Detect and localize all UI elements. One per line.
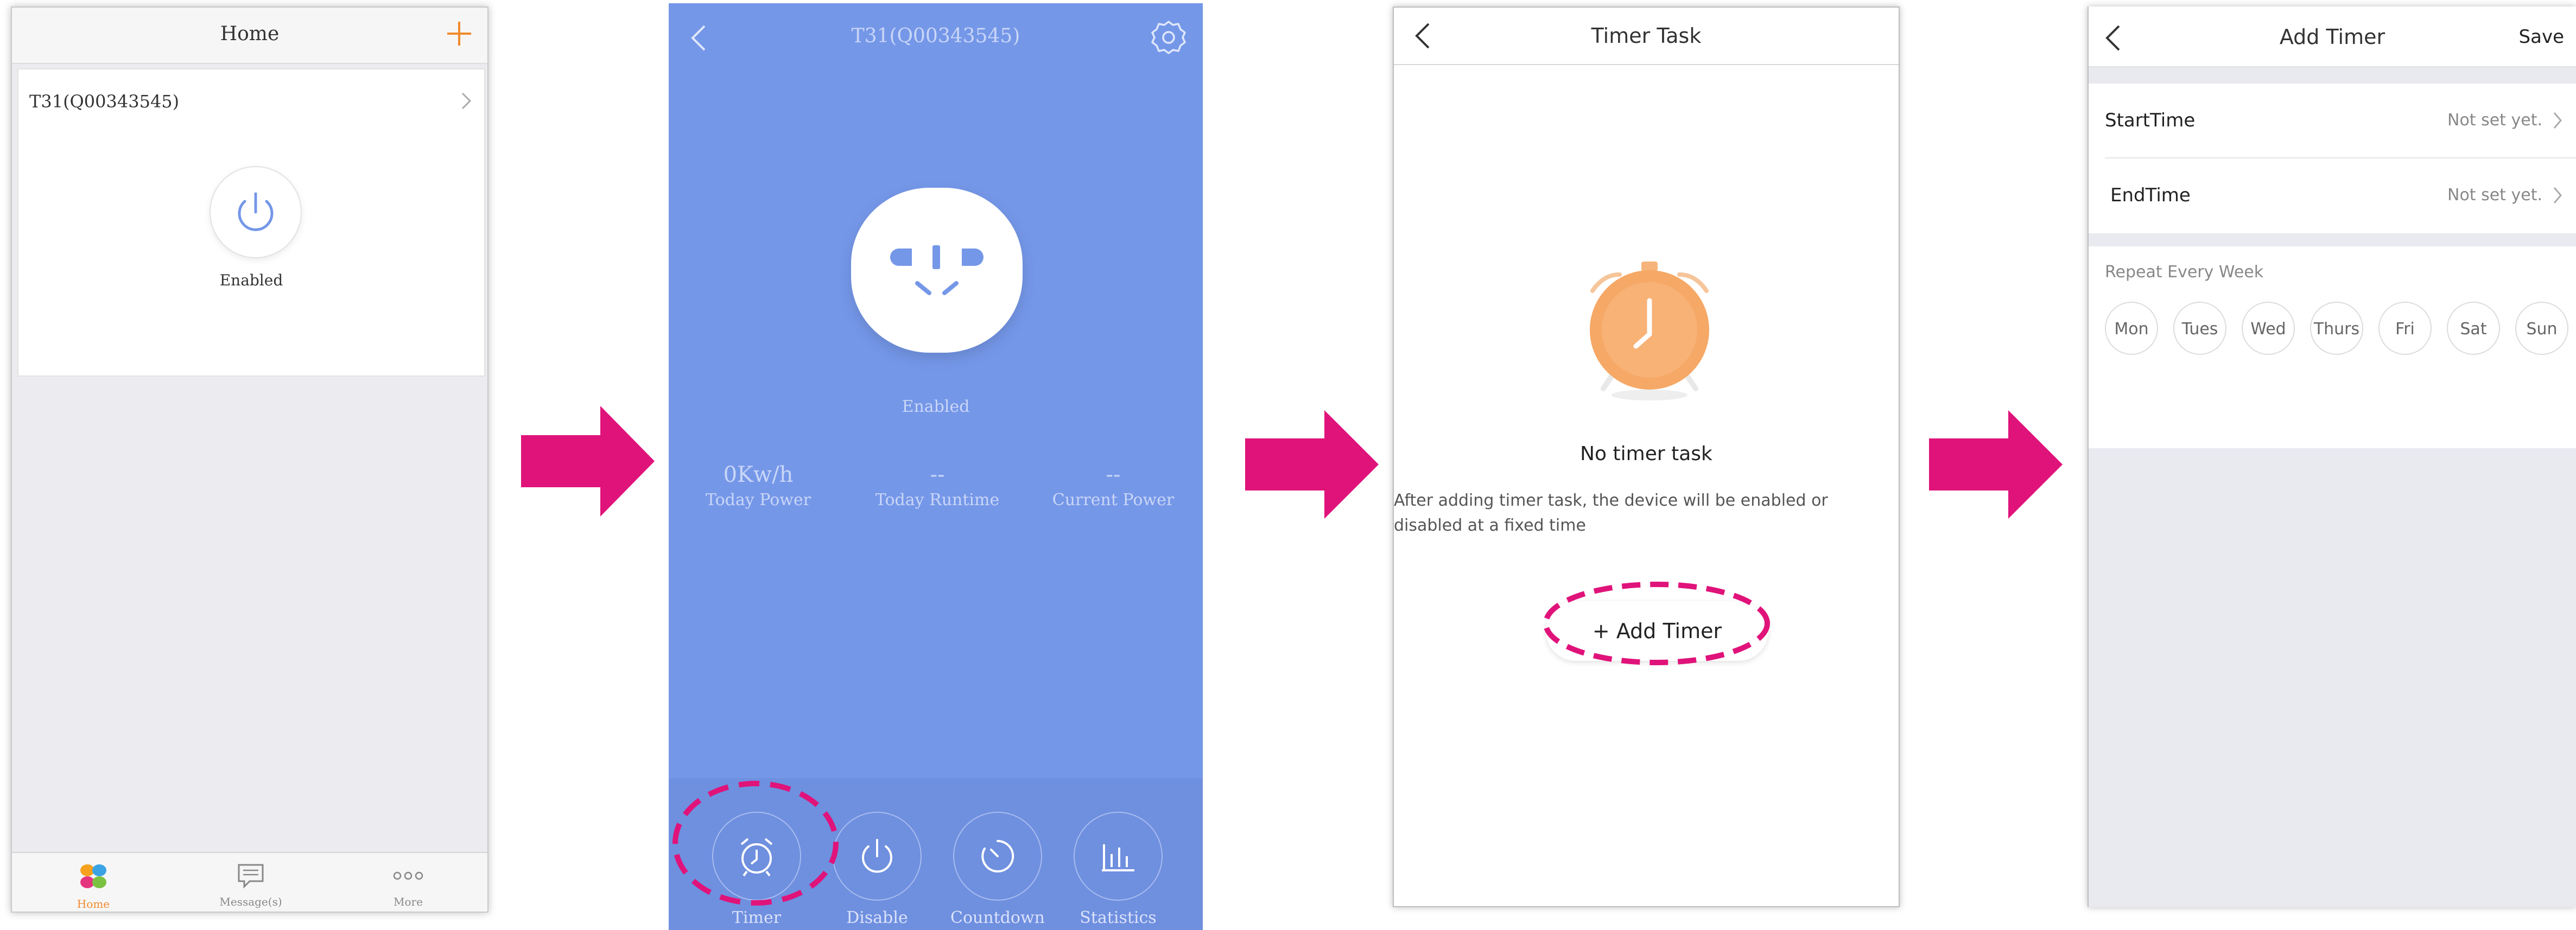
day-mon[interactable]: Mon	[2105, 302, 2158, 355]
countdown-icon	[981, 839, 1014, 872]
time-settings-group: StartTime Not set yet. EndTime Not set y…	[2089, 84, 2576, 233]
stat-today-runtime: -- Today Runtime	[848, 462, 1027, 509]
timer-task-screen: Timer Task No timer task After adding ti…	[1393, 7, 1900, 907]
page-title: Home	[220, 23, 280, 45]
stat-label: Current Power	[1052, 491, 1175, 509]
stat-label: Today Runtime	[875, 491, 1000, 509]
action-label: Statistics	[1080, 908, 1157, 927]
more-dots-icon	[393, 871, 423, 880]
start-time-value: Not set yet.	[2447, 111, 2542, 130]
message-icon	[238, 864, 264, 889]
end-time-label: EndTime	[2110, 184, 2191, 206]
home-header: Home	[12, 8, 487, 64]
chevron-right-icon	[2553, 187, 2562, 203]
day-thurs[interactable]: Thurs	[2310, 302, 2363, 355]
action-label: Countdown	[950, 908, 1045, 927]
chevron-right-icon	[461, 92, 472, 110]
stat-value: 0Kw/h	[723, 462, 794, 487]
power-icon	[862, 839, 892, 873]
bottom-tab-bar: Home Message(s) More	[12, 852, 487, 912]
action-label: Disable	[846, 908, 908, 927]
chevron-right-icon	[2553, 112, 2562, 129]
day-wed[interactable]: Wed	[2242, 302, 2295, 355]
day-sun[interactable]: Sun	[2515, 302, 2568, 355]
bar-chart-icon	[1102, 844, 1134, 871]
gear-icon[interactable]	[1151, 20, 1187, 55]
plug-device-image[interactable]	[851, 188, 1023, 353]
app-logo-icon	[80, 864, 106, 888]
plus-icon[interactable]	[443, 17, 475, 50]
countdown-button[interactable]: Countdown	[938, 812, 1057, 927]
repeat-label: Repeat Every Week	[2105, 263, 2264, 282]
start-time-label: StartTime	[2105, 110, 2196, 131]
power-icon	[238, 192, 274, 231]
home-screen: Home T31(Q00343545) Enabled Home Message…	[11, 7, 488, 913]
stat-value: --	[930, 462, 945, 487]
end-time-row[interactable]: EndTime Not set yet.	[2089, 158, 2576, 232]
add-timer-header: Add Timer Save	[2089, 7, 2576, 67]
timer-task-header: Timer Task	[1394, 8, 1899, 65]
stat-today-power: 0Kw/h Today Power	[669, 462, 848, 509]
tab-messages[interactable]: Message(s)	[196, 861, 305, 908]
tab-label: More	[394, 895, 423, 908]
add-timer-screen: Add Timer Save StartTime Not set yet. En…	[2088, 7, 2576, 907]
power-toggle-button[interactable]	[210, 166, 302, 258]
end-time-value: Not set yet.	[2447, 186, 2542, 205]
tab-more[interactable]: More	[354, 861, 462, 908]
day-fri[interactable]: Fri	[2378, 302, 2432, 355]
device-state-label: Enabled	[902, 397, 970, 416]
alarm-clock-icon	[1590, 262, 1709, 400]
tab-label: Message(s)	[219, 895, 282, 908]
power-state-label: Enabled	[219, 271, 283, 289]
step-arrow-icon	[1245, 410, 1379, 519]
page-title: Add Timer	[2279, 25, 2385, 49]
device-title: T31(Q00343545)	[851, 25, 1020, 47]
device-name: T31(Q00343545)	[29, 91, 180, 112]
device-card[interactable]: T31(Q00343545) Enabled	[17, 68, 485, 377]
page-title: Timer Task	[1591, 24, 1702, 48]
empty-state-description: After adding timer task, the device will…	[1394, 491, 1828, 535]
highlight-circle	[672, 781, 839, 906]
tab-label: Home	[77, 897, 110, 910]
empty-state-title: No timer task	[1580, 443, 1712, 465]
day-sat[interactable]: Sat	[2447, 302, 2500, 355]
start-time-row[interactable]: StartTime Not set yet.	[2089, 84, 2576, 157]
socket-icon	[890, 245, 984, 295]
save-button[interactable]: Save	[2519, 26, 2564, 48]
highlight-circle	[1543, 582, 1770, 665]
stat-label: Today Power	[705, 491, 811, 509]
step-arrow-icon	[521, 406, 655, 517]
day-tues[interactable]: Tues	[2173, 302, 2226, 355]
action-label: Timer	[732, 908, 782, 927]
step-arrow-icon	[1929, 410, 2063, 519]
statistics-button[interactable]: Statistics	[1058, 812, 1178, 927]
tab-home[interactable]: Home	[39, 861, 148, 910]
stat-current-power: -- Current Power	[1024, 462, 1203, 509]
stat-value: --	[1106, 462, 1121, 487]
